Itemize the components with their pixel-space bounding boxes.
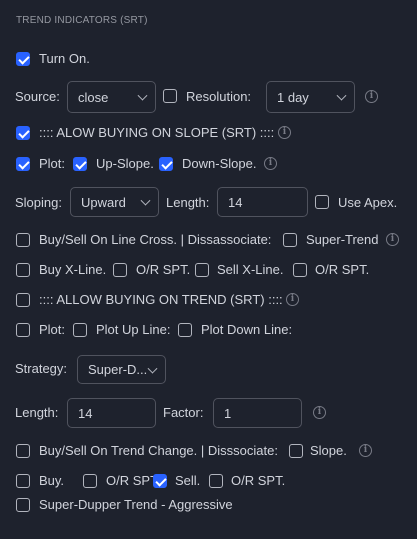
up-slope-label: Up-Slope.: [96, 156, 154, 171]
info-icon[interactable]: i: [365, 90, 378, 103]
sell-or-spt-checkbox[interactable]: [209, 474, 223, 488]
trend-length-value: 14: [78, 405, 93, 421]
info-icon[interactable]: i: [278, 126, 291, 139]
info-icon[interactable]: i: [386, 233, 399, 246]
trend-change-label: Buy/Sell On Trend Change. | Disssociate:: [39, 443, 278, 458]
down-slope-label: Down-Slope.: [182, 156, 257, 171]
down-slope-checkbox[interactable]: [159, 157, 173, 171]
resolution-checkbox[interactable]: [163, 89, 177, 103]
info-icon[interactable]: i: [313, 406, 326, 419]
factor-label: Factor:: [163, 405, 204, 420]
sloping-value: Upward: [81, 194, 126, 210]
sloping-label: Sloping:: [15, 195, 62, 210]
sloping-select[interactable]: Upward: [70, 187, 159, 217]
trend-section-label: :::: ALLOW BUYING ON TREND (SRT) ::::: [39, 292, 283, 307]
factor-input[interactable]: 1: [213, 398, 302, 428]
plot-trend-label: Plot:: [39, 322, 66, 337]
trend-length-label: Length:: [15, 405, 59, 420]
plot-trend-checkbox[interactable]: [16, 323, 30, 337]
strategy-value: Super-D...: [88, 362, 148, 377]
slope-section-checkbox[interactable]: [16, 126, 30, 140]
chevron-down-icon: [137, 90, 148, 101]
plot-up-line-checkbox[interactable]: [73, 323, 87, 337]
plot-slope-checkbox[interactable]: [16, 157, 30, 171]
plot-up-line-label: Plot Up Line:: [96, 322, 171, 337]
sloping-length-value: 14: [228, 194, 243, 210]
sell-xline-label: Sell X-Line.: [217, 262, 284, 277]
trend-section-checkbox[interactable]: [16, 293, 30, 307]
sloping-length-label: Length:: [166, 195, 210, 210]
plot-down-line-checkbox[interactable]: [178, 323, 192, 337]
trend-change-checkbox[interactable]: [16, 444, 30, 458]
info-icon[interactable]: i: [264, 157, 277, 170]
buy-xline-checkbox[interactable]: [16, 263, 30, 277]
trend-length-input[interactable]: 14: [67, 398, 156, 428]
source-label: Source:: [15, 89, 60, 104]
sloping-length-input[interactable]: 14: [217, 187, 308, 217]
strategy-select[interactable]: Super-D...: [77, 355, 166, 384]
sell-label: Sell.: [175, 473, 201, 488]
info-icon[interactable]: i: [286, 293, 299, 306]
slope-section-label: :::: ALOW BUYING ON SLOPE (SRT) ::::: [39, 125, 275, 140]
turn-on-label: Turn On.: [39, 51, 90, 66]
sell-checkbox[interactable]: [153, 474, 167, 488]
resolution-select[interactable]: 1 day: [266, 81, 355, 113]
line-cross-label: Buy/Sell On Line Cross. | Dissassociate:: [39, 232, 272, 247]
source-select[interactable]: close: [67, 81, 156, 113]
info-icon[interactable]: i: [359, 444, 372, 457]
use-apex-label: Use Apex.: [338, 195, 398, 210]
buy-or-spt-checkbox[interactable]: [83, 474, 97, 488]
sell-or-spt-label: O/R SPT.: [231, 473, 286, 488]
super-trend-checkbox[interactable]: [283, 233, 297, 247]
xline-or-spt-1-label: O/R SPT.: [136, 262, 191, 277]
chevron-down-icon: [336, 90, 347, 101]
sell-xline-checkbox[interactable]: [195, 263, 209, 277]
buy-checkbox[interactable]: [16, 474, 30, 488]
source-value: close: [78, 89, 109, 105]
up-slope-checkbox[interactable]: [73, 157, 87, 171]
buy-xline-label: Buy X-Line.: [39, 262, 107, 277]
strategy-label: Strategy:: [15, 361, 68, 376]
slope-label: Slope.: [310, 443, 347, 458]
aggressive-checkbox[interactable]: [16, 498, 30, 512]
use-apex-checkbox[interactable]: [315, 195, 329, 209]
super-trend-label: Super-Trend: [306, 232, 379, 247]
aggressive-label: Super-Dupper Trend - Aggressive: [39, 497, 233, 512]
plot-down-line-label: Plot Down Line:: [201, 322, 293, 337]
resolution-value: 1 day: [277, 89, 309, 105]
xline-or-spt-1-checkbox[interactable]: [113, 263, 127, 277]
turn-on-checkbox[interactable]: [16, 52, 30, 66]
section-title: TREND INDICATORS (SRT): [16, 15, 148, 26]
line-cross-checkbox[interactable]: [16, 233, 30, 247]
resolution-label: Resolution:: [186, 89, 252, 104]
factor-value: 1: [224, 405, 232, 421]
chevron-down-icon: [140, 195, 151, 206]
buy-label: Buy.: [39, 473, 65, 488]
chevron-down-icon: [147, 363, 158, 374]
slope-checkbox[interactable]: [289, 444, 303, 458]
xline-or-spt-2-checkbox[interactable]: [293, 263, 307, 277]
xline-or-spt-2-label: O/R SPT.: [315, 262, 370, 277]
plot-slope-label: Plot:: [39, 156, 66, 171]
